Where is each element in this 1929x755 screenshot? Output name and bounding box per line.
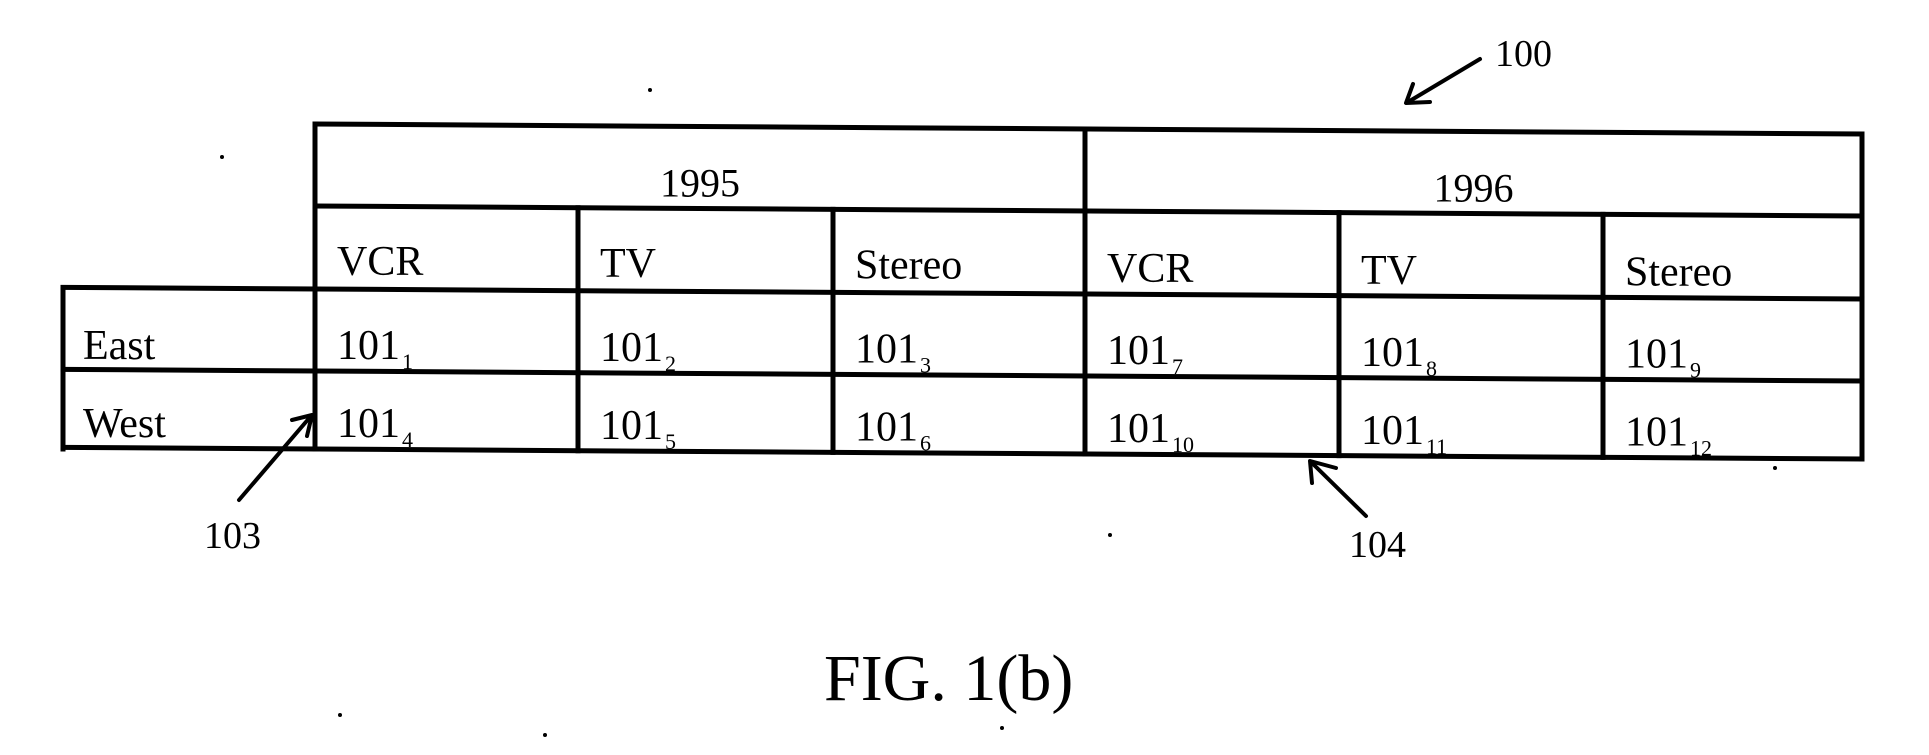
cell-numeral: 101 [1361,330,1424,376]
cell-subscript: 10 [1172,432,1194,457]
annotations: 100 103 104 FIG. 1(b) [204,33,1777,737]
product-header: VCR [337,239,423,285]
data-cell: 10112 [1625,409,1712,460]
cell-numeral: 101 [600,325,663,371]
cell-subscript: 6 [920,430,931,455]
arrow-100-icon [1404,57,1482,105]
data-cell: 1014 [337,401,413,452]
data-cell: 10111 [1361,408,1447,459]
figure-caption: FIG. 1(b) [824,642,1073,715]
ref-numeral-100: 100 [1495,33,1552,75]
cell-subscript: 12 [1690,435,1712,460]
data-cell: 1015 [600,403,676,454]
year-header: 1995 [660,160,740,205]
year-header: 1996 [1434,165,1514,210]
patent-figure: 1995 1996VCR TV Stereo VCR TV StereoEast 1011 10… [60,33,1865,737]
product-header: Stereo [855,242,962,288]
scan-speck [1108,533,1112,537]
arrow-104-icon [1308,459,1368,518]
product-header: VCR [1107,246,1193,292]
row-label: West [83,401,166,447]
table-bottom-border [60,444,1865,462]
data-cell: 1016 [855,404,931,455]
scan-speck [1773,466,1777,470]
data-cell: 1019 [1625,331,1701,382]
cell-numeral: 101 [855,326,918,372]
row-label: East [83,323,156,369]
table-top-border [312,121,1865,137]
row-divider [60,366,1865,384]
scan-speck [1000,726,1004,730]
cell-numeral: 101 [337,401,400,447]
cell-subscript: 2 [665,351,676,376]
product-header: TV [1361,248,1417,294]
cell-subscript: 11 [1426,434,1447,459]
product-header: TV [600,241,656,287]
scan-speck [220,155,224,159]
scan-speck [338,713,342,717]
cell-numeral: 101 [337,323,400,369]
cell-numeral: 101 [1107,406,1170,452]
arrow-103-icon [237,413,314,502]
scan-speck [648,88,652,92]
scan-speck [543,733,547,737]
cell-subscript: 5 [665,429,676,454]
cell-subscript: 7 [1172,354,1183,379]
year-header-divider [312,203,1865,219]
cell-numeral: 101 [1107,328,1170,374]
cell-numeral: 101 [855,404,918,450]
data-cell: 1013 [855,326,931,377]
cell-numeral: 101 [600,403,663,449]
data-cell: 1011 [337,323,413,374]
data-cell: 1012 [600,325,676,376]
cell-numeral: 101 [1625,331,1688,377]
ref-numeral-104: 104 [1349,524,1406,566]
product-header-divider [60,284,1865,302]
cell-numeral: 101 [1361,408,1424,454]
data-cell: 1017 [1107,328,1183,379]
cell-subscript: 8 [1426,356,1437,381]
cell-numeral: 101 [1625,409,1688,455]
cell-subscript: 9 [1690,357,1701,382]
cell-subscript: 1 [402,349,413,374]
data-cell: 1018 [1361,330,1437,381]
data-cell: 10110 [1107,406,1194,457]
cell-subscript: 4 [402,427,413,452]
ref-numeral-103: 103 [204,515,261,557]
table-grid [60,121,1865,462]
cell-subscript: 3 [920,352,931,377]
product-header: Stereo [1625,249,1732,295]
